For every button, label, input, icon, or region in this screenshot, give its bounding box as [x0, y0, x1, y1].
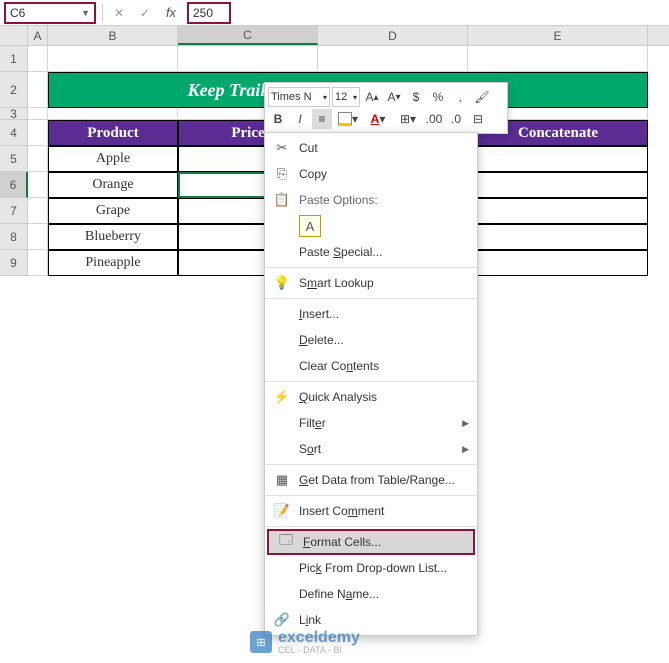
formula-input[interactable]: 250 — [187, 2, 231, 24]
separator — [102, 4, 103, 22]
italic-icon[interactable]: I — [290, 109, 310, 129]
row-header[interactable]: 9 — [0, 250, 28, 276]
percent-icon[interactable]: % — [428, 87, 448, 107]
formula-bar: C6 ▼ ✕ ✓ fx 250 — [0, 0, 669, 26]
scissors-icon: ✂ — [273, 139, 291, 157]
currency-icon[interactable]: $ — [406, 87, 426, 107]
cell[interactable]: Blueberry — [48, 224, 178, 250]
link-icon: 🔗 — [273, 611, 291, 629]
name-box-dropdown-icon[interactable]: ▼ — [81, 8, 90, 18]
ctx-cut[interactable]: ✂Cut — [265, 135, 477, 161]
ctx-delete[interactable]: Delete... — [265, 327, 477, 353]
decrease-font-icon[interactable]: A▾ — [384, 87, 404, 107]
borders-icon[interactable]: ⊞▾ — [394, 109, 422, 129]
cell[interactable]: Apple — [48, 146, 178, 172]
formula-value: 250 — [193, 6, 213, 20]
row-header[interactable]: 2 — [0, 72, 28, 108]
col-header-a[interactable]: A — [28, 26, 48, 45]
row-header[interactable]: 4 — [0, 120, 28, 146]
cell[interactable] — [468, 172, 648, 198]
merge-icon[interactable]: ⊟ — [468, 109, 488, 129]
increase-font-icon[interactable]: A▴ — [362, 87, 382, 107]
chevron-right-icon: ▶ — [462, 444, 469, 455]
align-center-icon[interactable]: ≡ — [312, 109, 332, 129]
separator — [265, 298, 477, 299]
cell[interactable] — [468, 224, 648, 250]
chevron-right-icon: ▶ — [462, 418, 469, 429]
row-header[interactable]: 7 — [0, 198, 28, 224]
col-header-d[interactable]: D — [318, 26, 468, 45]
header-product[interactable]: Product — [48, 120, 178, 146]
ctx-quick-analysis[interactable]: ⚡Quick Analysis — [265, 384, 477, 410]
col-header-e[interactable]: E — [468, 26, 648, 45]
ctx-define-name[interactable]: Define Name... — [265, 581, 477, 607]
enter-icon[interactable]: ✓ — [135, 3, 155, 23]
quick-analysis-icon: ⚡ — [273, 388, 291, 406]
ctx-paste-button[interactable]: A — [265, 213, 477, 239]
cell[interactable]: Grape — [48, 198, 178, 224]
font-selector[interactable]: Times N▾ — [268, 87, 330, 107]
row-header[interactable]: 5 — [0, 146, 28, 172]
brand-icon: ⊞ — [250, 631, 272, 653]
row-header[interactable]: 8 — [0, 224, 28, 250]
mini-toolbar: Times N▾ 12▾ A▴ A▾ $ % , 🖌 B I ≡ ▾ A▾ ⊞▾… — [264, 82, 508, 134]
separator — [265, 495, 477, 496]
separator — [265, 526, 477, 527]
select-all-corner[interactable] — [0, 26, 28, 45]
name-box[interactable]: C6 ▼ — [4, 2, 96, 24]
cell[interactable] — [468, 250, 648, 276]
brand-sub: CEL - DATA - BI — [278, 645, 360, 655]
separator — [265, 267, 477, 268]
row-headers: 1 2 3 4 5 6 7 8 9 — [0, 46, 28, 276]
increase-decimal-icon[interactable]: .00 — [424, 109, 444, 129]
row-header[interactable]: 3 — [0, 108, 28, 120]
paste-icon: A — [299, 215, 321, 237]
ctx-paste-options-label: 📋Paste Options: — [265, 187, 477, 213]
separator — [265, 464, 477, 465]
ctx-sort[interactable]: Sort▶ — [265, 436, 477, 462]
watermark: ⊞ exceldemy CEL - DATA - BI — [250, 629, 360, 655]
row-header[interactable]: 6 — [0, 172, 28, 198]
bold-icon[interactable]: B — [268, 109, 288, 129]
ctx-format-cells[interactable]: 🗔Format Cells... — [267, 529, 475, 555]
ctx-pick-list[interactable]: Pick From Drop-down List... — [265, 555, 477, 581]
name-box-value: C6 — [10, 6, 25, 20]
col-header-c[interactable]: C — [178, 26, 318, 45]
clipboard-icon: 📋 — [273, 191, 291, 209]
ctx-copy[interactable]: ⎘Copy — [265, 161, 477, 187]
comma-icon[interactable]: , — [450, 87, 470, 107]
ctx-get-data[interactable]: ▦Get Data from Table/Range... — [265, 467, 477, 493]
cell[interactable]: Orange — [48, 172, 178, 198]
fx-icon[interactable]: fx — [161, 3, 181, 23]
ctx-clear-contents[interactable]: Clear Contents — [265, 353, 477, 379]
cell[interactable]: Pineapple — [48, 250, 178, 276]
row-header[interactable]: 1 — [0, 46, 28, 72]
fill-color-icon[interactable]: ▾ — [334, 109, 362, 129]
column-headers: A B C D E — [0, 26, 669, 46]
brand-name: exceldemy — [278, 629, 360, 646]
context-menu: ✂Cut ⎘Copy 📋Paste Options: A Paste Speci… — [264, 132, 478, 636]
decrease-decimal-icon[interactable]: .0 — [446, 109, 466, 129]
ctx-smart-lookup[interactable]: 💡Smart Lookup — [265, 270, 477, 296]
ctx-filter[interactable]: Filter▶ — [265, 410, 477, 436]
separator — [265, 381, 477, 382]
lightbulb-icon: 💡 — [273, 274, 291, 292]
cell[interactable] — [468, 146, 648, 172]
ctx-insert[interactable]: Insert... — [265, 301, 477, 327]
font-color-icon[interactable]: A▾ — [364, 109, 392, 129]
ctx-paste-special[interactable]: Paste Special... — [265, 239, 477, 265]
col-header-b[interactable]: B — [48, 26, 178, 45]
format-painter-icon[interactable]: 🖌 — [472, 87, 492, 107]
ctx-insert-comment[interactable]: 📝Insert Comment — [265, 498, 477, 524]
table-icon: ▦ — [273, 471, 291, 489]
format-cells-icon: 🗔 — [277, 533, 295, 551]
font-size-selector[interactable]: 12▾ — [332, 87, 360, 107]
copy-icon: ⎘ — [273, 165, 291, 183]
cell[interactable] — [468, 198, 648, 224]
comment-icon: 📝 — [273, 502, 291, 520]
cancel-icon[interactable]: ✕ — [109, 3, 129, 23]
